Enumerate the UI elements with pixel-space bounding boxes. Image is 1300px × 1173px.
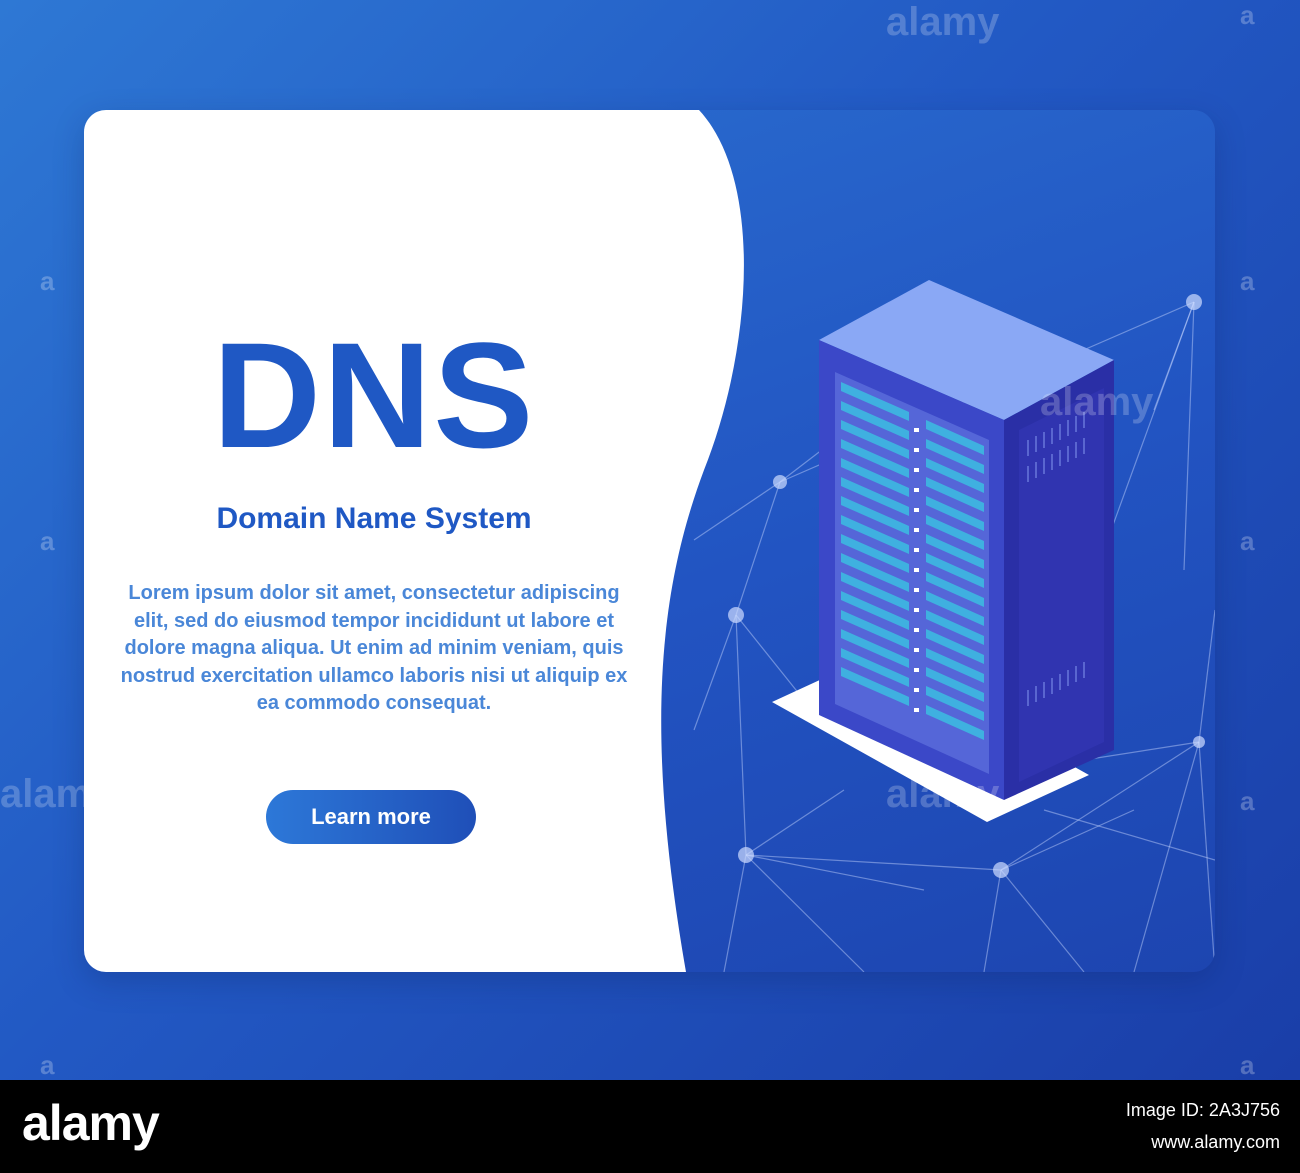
watermark-mark: a xyxy=(40,1050,55,1080)
footer-url: www.alamy.com xyxy=(1151,1132,1280,1152)
watermark-text: alamy xyxy=(886,0,1000,44)
page-title: DNS xyxy=(212,311,536,479)
watermark-mark: a xyxy=(1240,1050,1255,1080)
watermark-mark: a xyxy=(40,526,55,556)
watermark-text: alamy xyxy=(0,772,114,816)
watermark-text: alamy xyxy=(1040,380,1154,424)
watermark-text: alamy xyxy=(886,772,1000,816)
banner-background: DNS Domain Name System Lorem ipsum dolor… xyxy=(0,0,1300,1080)
watermark-mark: a xyxy=(40,266,55,296)
watermark-mark: a xyxy=(1240,266,1255,296)
stock-footer: alamy Image ID: 2A3J756 www.alamy.com xyxy=(0,1080,1300,1173)
hero-card-graphics xyxy=(84,110,1215,972)
watermark-mark: a xyxy=(1240,526,1255,556)
server-rack-icon xyxy=(772,280,1114,822)
watermark-mark: a xyxy=(1240,0,1255,30)
page-subtitle: Domain Name System xyxy=(216,502,532,535)
watermark-mark: a xyxy=(1240,786,1255,816)
footer-logo: alamy xyxy=(22,1095,160,1151)
description-text: Lorem ipsum dolor sit amet, consectetur … xyxy=(120,582,628,714)
image-id-label: Image ID: 2A3J756 xyxy=(1125,1100,1280,1120)
learn-more-button[interactable]: Learn more xyxy=(266,790,476,844)
hero-card: DNS Domain Name System Lorem ipsum dolor… xyxy=(84,110,1215,972)
